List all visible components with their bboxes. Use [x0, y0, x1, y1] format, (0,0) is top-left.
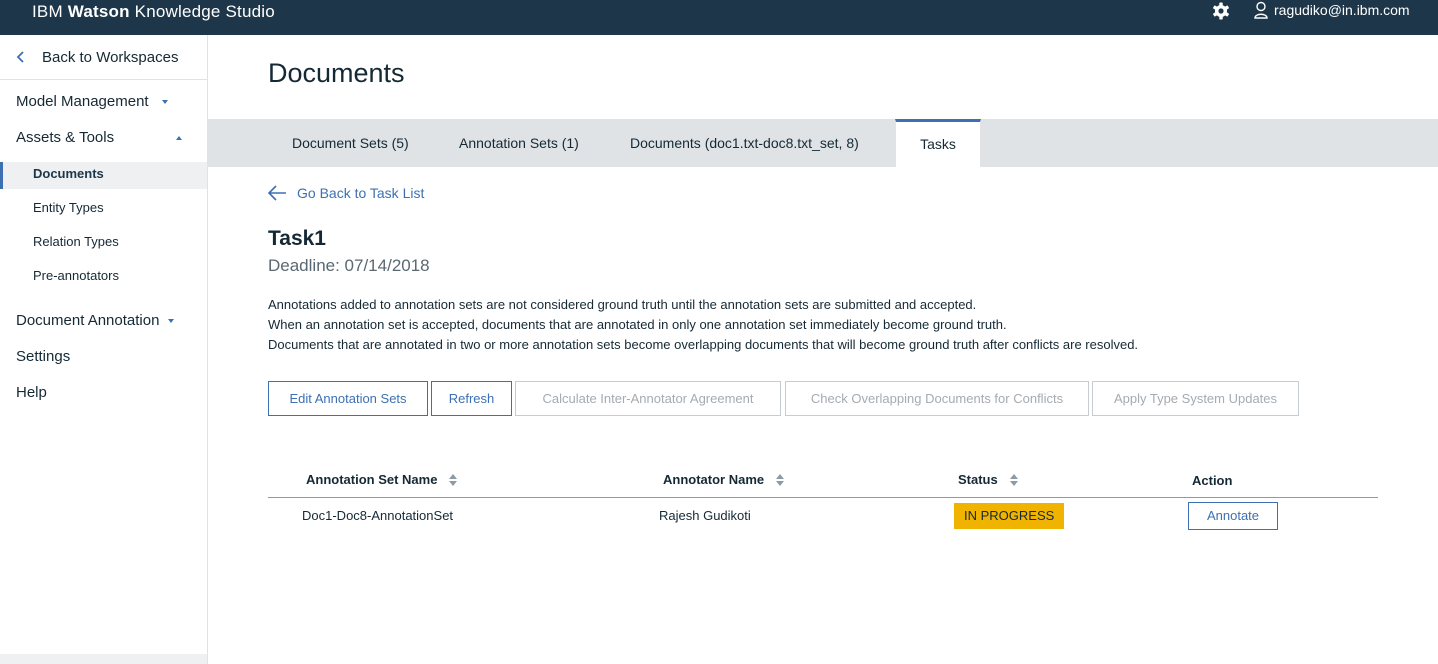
go-back-label: Go Back to Task List	[297, 185, 425, 201]
column-header-label: Annotation Set Name	[306, 472, 438, 487]
user-icon	[1254, 1, 1268, 19]
tab-tasks[interactable]: Tasks	[895, 119, 981, 167]
page-title: Documents	[268, 58, 405, 88]
refresh-button[interactable]: Refresh	[431, 381, 512, 416]
sidebar-item-label: Model Management	[16, 93, 149, 110]
tab-bar: Document Sets (5) Annotation Sets (1) Do…	[208, 119, 1438, 167]
user-email: ragudiko@in.ibm.com	[1274, 2, 1410, 18]
apply-type-system-updates-button[interactable]: Apply Type System Updates	[1092, 381, 1299, 416]
task-deadline: Deadline: 07/14/2018	[268, 256, 430, 275]
brand-bold: Watson	[67, 2, 130, 21]
sidebar-item-documents[interactable]: Documents	[33, 166, 104, 181]
chevron-left-icon	[16, 51, 24, 63]
sidebar-item-model-management[interactable]: Model Management	[16, 93, 168, 110]
column-header-annotation-set-name[interactable]: Annotation Set Name	[306, 470, 458, 490]
status-badge: IN PROGRESS	[954, 503, 1064, 529]
check-overlapping-button[interactable]: Check Overlapping Documents for Conflict…	[785, 381, 1089, 416]
calculate-iaa-button[interactable]: Calculate Inter-Annotator Agreement	[515, 381, 781, 416]
column-header-status[interactable]: Status	[958, 470, 1018, 490]
go-back-to-task-list-link[interactable]: Go Back to Task List	[266, 183, 424, 203]
chevron-down-icon	[168, 318, 175, 323]
back-to-workspaces-link[interactable]: Back to Workspaces	[0, 35, 207, 80]
sort-icon[interactable]	[1009, 474, 1018, 486]
gear-icon[interactable]	[1211, 1, 1231, 21]
sidebar: Back to Workspaces Model Management Asse…	[0, 35, 208, 664]
task-title: Task1	[268, 227, 326, 250]
column-header-label: Status	[958, 472, 998, 487]
tab-document-sets[interactable]: Document Sets (5)	[292, 119, 409, 167]
column-header-label: Action	[1192, 473, 1233, 488]
sort-icon[interactable]	[449, 474, 458, 486]
arrow-left-icon	[267, 185, 286, 201]
table-header-divider	[268, 497, 1378, 498]
sidebar-item-label: Document Annotation	[16, 312, 160, 329]
annotate-button[interactable]: Annotate	[1188, 502, 1278, 530]
cell-annotation-set-name: Doc1-Doc8-AnnotationSet	[302, 508, 454, 523]
column-header-label: Annotator Name	[663, 472, 765, 487]
description-line: When an annotation set is accepted, docu…	[268, 317, 1007, 332]
sidebar-item-assets-tools[interactable]: Assets & Tools	[16, 129, 183, 146]
cell-annotator-name: Rajesh Gudikoti	[659, 508, 751, 523]
tab-annotation-sets[interactable]: Annotation Sets (1)	[459, 119, 579, 167]
brand-suffix: Knowledge Studio	[134, 2, 275, 21]
sidebar-item-label: Settings	[16, 348, 71, 365]
sidebar-item-help[interactable]: Help	[16, 384, 47, 401]
sidebar-footer	[0, 654, 207, 664]
column-header-annotator-name[interactable]: Annotator Name	[663, 470, 785, 490]
edit-annotation-sets-button[interactable]: Edit Annotation Sets	[268, 381, 428, 416]
sidebar-item-relation-types[interactable]: Relation Types	[33, 234, 119, 249]
sidebar-item-label: Help	[16, 384, 47, 401]
description-line: Documents that are annotated in two or m…	[268, 337, 1139, 352]
chevron-up-icon	[176, 135, 183, 140]
sidebar-item-settings[interactable]: Settings	[16, 348, 70, 365]
sidebar-item-label: Assets & Tools	[16, 129, 115, 146]
chevron-down-icon	[161, 99, 168, 104]
app-brand[interactable]: IBM Watson Knowledge Studio	[32, 0, 275, 24]
sidebar-item-pre-annotators[interactable]: Pre-annotators	[33, 268, 119, 283]
tab-documents[interactable]: Documents (doc1.txt-doc8.txt_set, 8)	[630, 119, 859, 167]
task-description: Annotations added to annotation sets are…	[268, 295, 1138, 355]
sidebar-item-document-annotation[interactable]: Document Annotation	[16, 312, 175, 329]
sidebar-item-entity-types[interactable]: Entity Types	[33, 200, 104, 215]
user-menu[interactable]: ragudiko@in.ibm.com	[1254, 0, 1410, 20]
top-bar: IBM Watson Knowledge Studio ragudiko@in.…	[0, 0, 1438, 35]
brand-prefix: IBM	[32, 2, 63, 21]
sort-icon[interactable]	[776, 474, 785, 486]
back-label: Back to Workspaces	[42, 48, 179, 66]
description-line: Annotations added to annotation sets are…	[268, 297, 977, 312]
column-header-action: Action	[1192, 471, 1232, 491]
